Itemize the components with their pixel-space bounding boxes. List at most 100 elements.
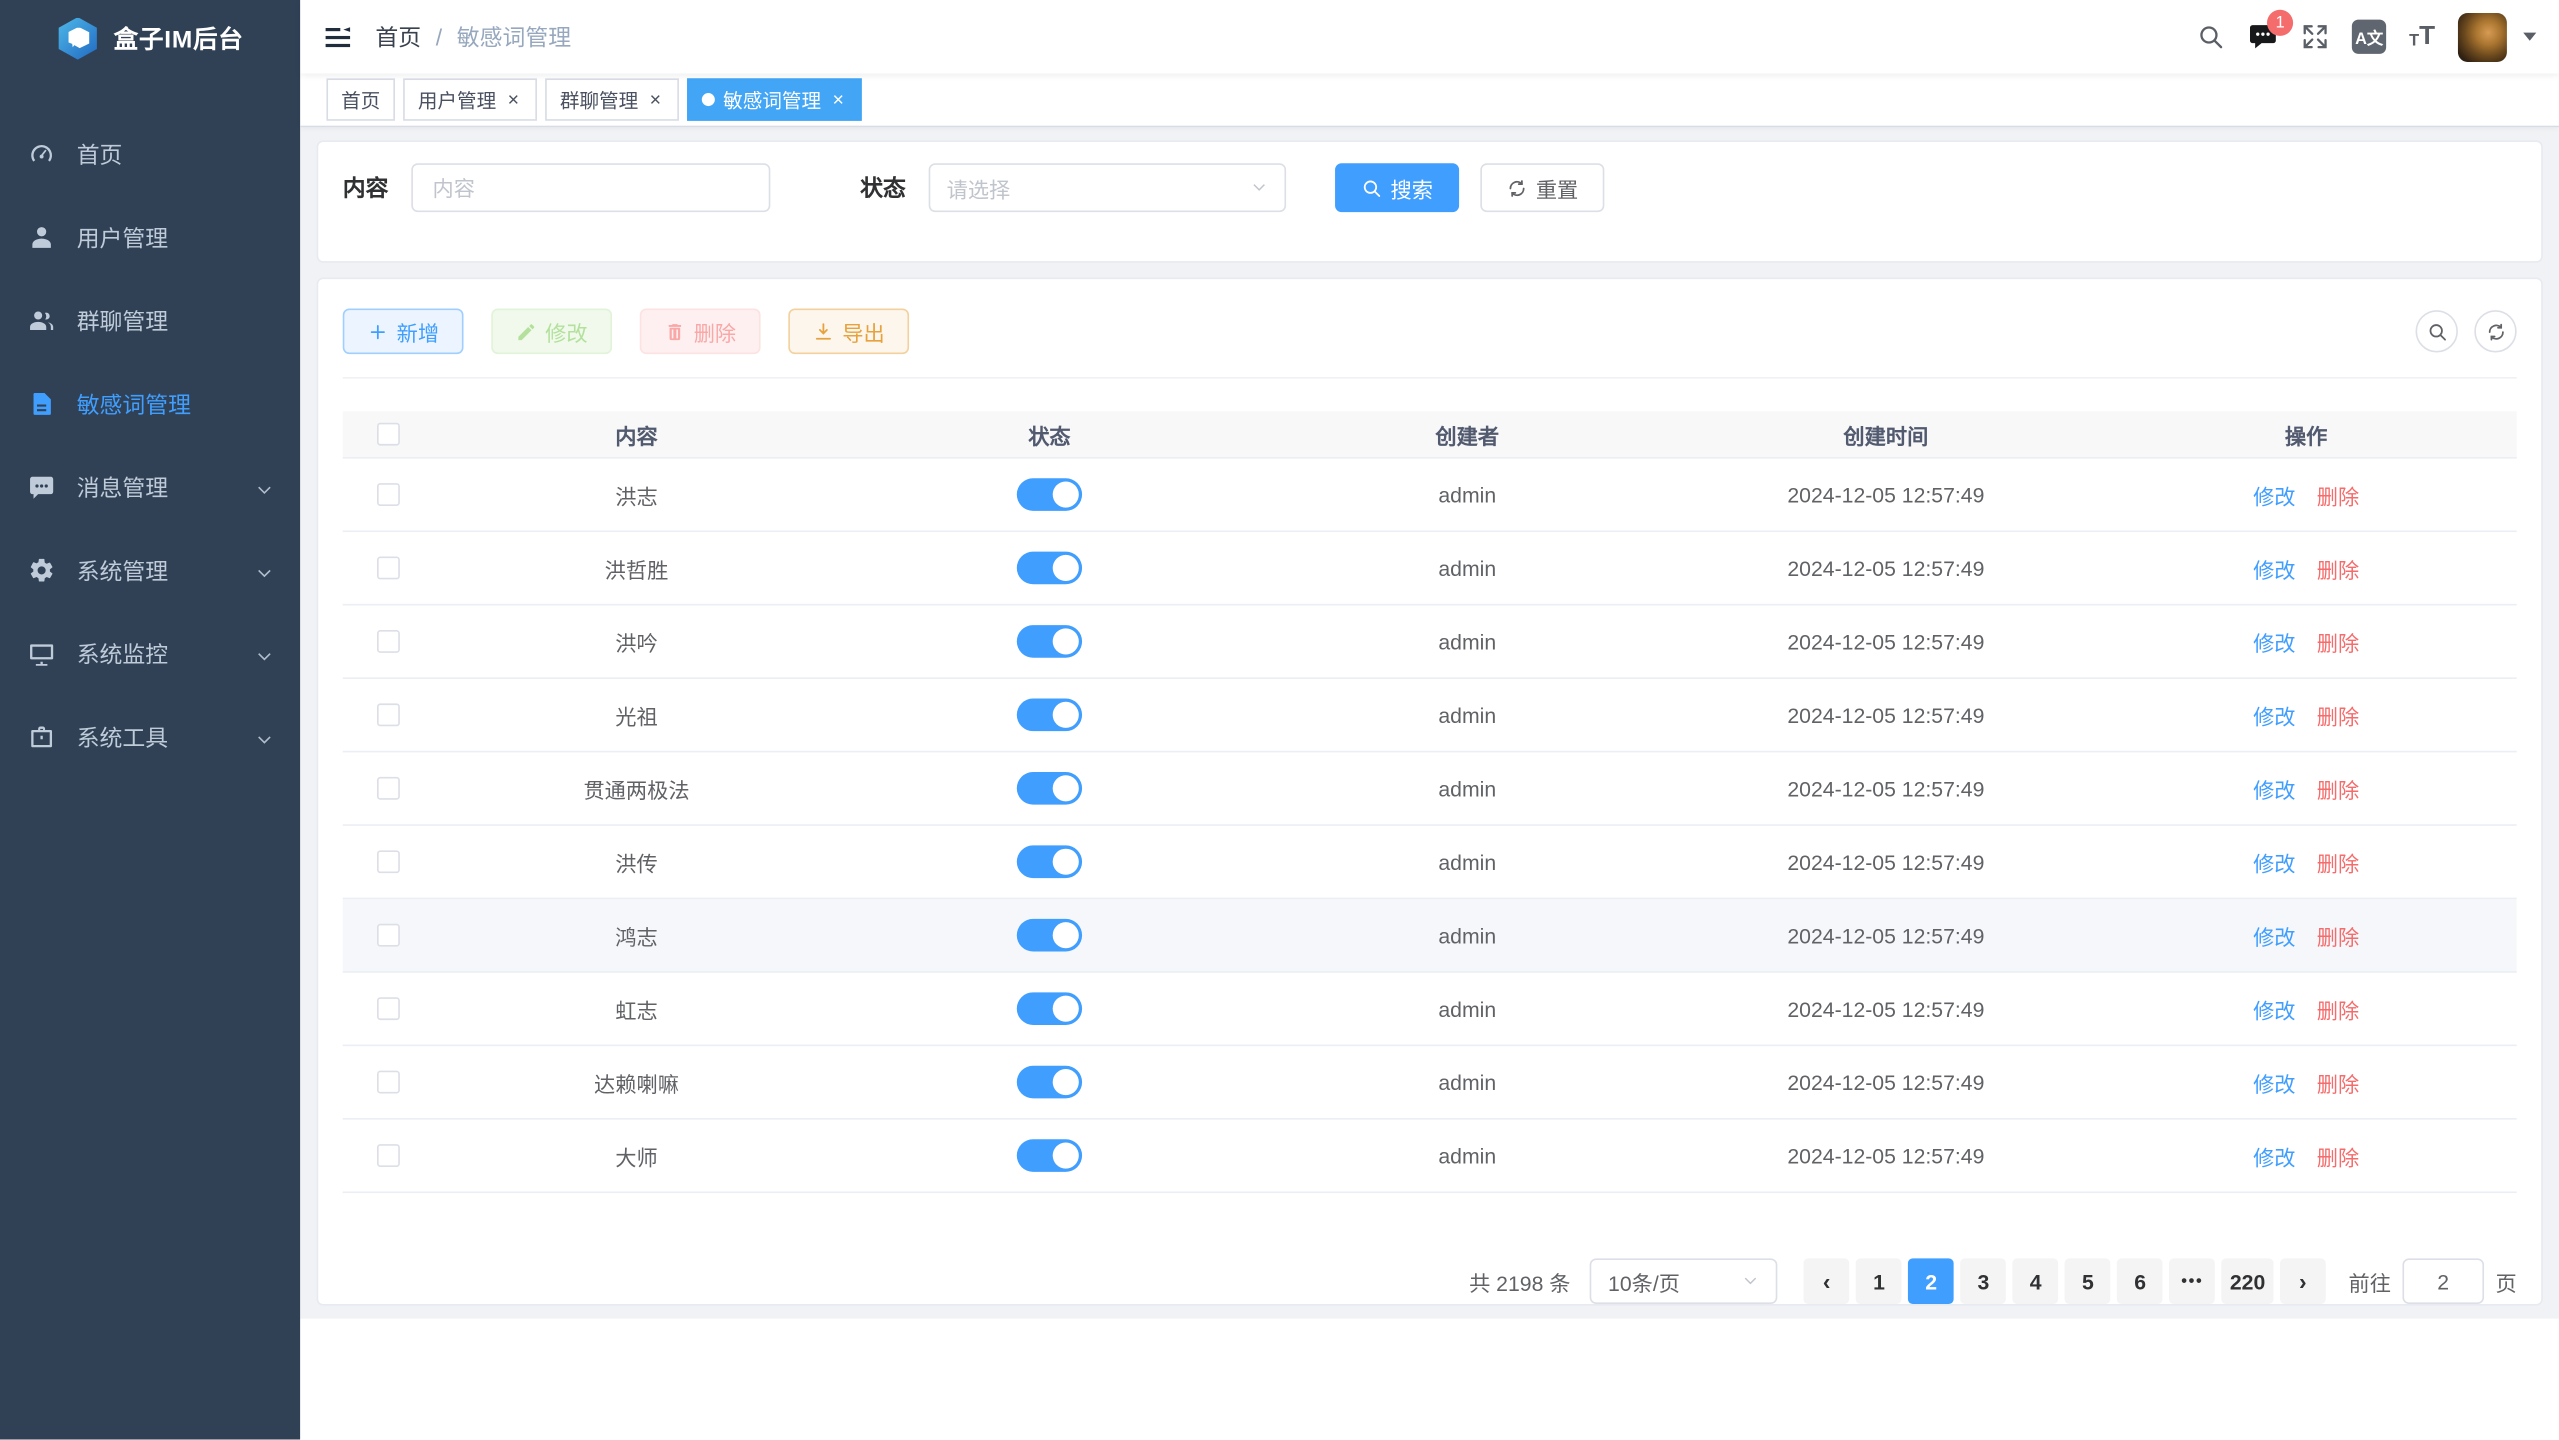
tab-sensitive-words[interactable]: 敏感词管理 × [687, 78, 862, 120]
edit-button[interactable]: 修改 [491, 308, 612, 354]
sidebar-item-system-tools[interactable]: 系统工具 [0, 695, 300, 778]
page-button-1[interactable]: 1 [1856, 1258, 1902, 1304]
page-unit-label: 页 [2495, 1266, 2516, 1297]
tab-group-management[interactable]: 群聊管理 × [545, 78, 679, 120]
row-checkbox[interactable] [376, 924, 399, 947]
message-icon[interactable]: 1 [2248, 21, 2279, 52]
search-icon[interactable] [2197, 23, 2225, 51]
status-toggle[interactable] [1017, 625, 1082, 658]
row-checkbox[interactable] [376, 850, 399, 873]
sidebar-item-messages[interactable]: 消息管理 [0, 446, 300, 529]
tab-user-management[interactable]: 用户管理 × [403, 78, 537, 120]
edit-link[interactable]: 修改 [2253, 846, 2295, 877]
edit-link[interactable]: 修改 [2253, 1067, 2295, 1098]
row-checkbox[interactable] [376, 557, 399, 580]
delete-link[interactable]: 删除 [2317, 552, 2359, 583]
delete-link[interactable]: 删除 [2317, 1067, 2359, 1098]
export-button[interactable]: 导出 [788, 308, 909, 354]
avatar[interactable] [2458, 12, 2507, 61]
delete-button[interactable]: 删除 [640, 308, 761, 354]
status-toggle[interactable] [1017, 845, 1082, 878]
row-checkbox[interactable] [376, 703, 399, 726]
content-search-input[interactable] [411, 163, 770, 212]
status-toggle[interactable] [1017, 699, 1082, 732]
page-button-4[interactable]: 4 [2013, 1258, 2059, 1304]
delete-link[interactable]: 删除 [2317, 846, 2359, 877]
page-button-5[interactable]: 5 [2065, 1258, 2111, 1304]
edit-link[interactable]: 修改 [2253, 993, 2295, 1024]
goto-page-input[interactable] [2402, 1258, 2484, 1304]
edit-link[interactable]: 修改 [2253, 626, 2295, 657]
close-icon[interactable]: × [829, 88, 847, 111]
table-row: 大师 admin 2024-12-05 12:57:49 修改 删除 [343, 1120, 2517, 1193]
status-toggle[interactable] [1017, 552, 1082, 585]
cell-created-at: 2024-12-05 12:57:49 [1676, 629, 2095, 653]
edit-link[interactable]: 修改 [2253, 1140, 2295, 1171]
user-menu-caret-icon[interactable] [2523, 33, 2536, 41]
font-size-icon[interactable]: TT [2409, 24, 2435, 50]
add-button[interactable]: 新增 [343, 308, 464, 354]
prev-page-button[interactable]: ‹ [1804, 1258, 1850, 1304]
sidebar-item-label: 群聊管理 [77, 304, 168, 337]
close-icon[interactable]: × [646, 88, 664, 111]
delete-link[interactable]: 删除 [2317, 699, 2359, 730]
sidebar-item-sensitive-words[interactable]: 敏感词管理 [0, 362, 300, 445]
header-actions: 操作 [2096, 419, 2517, 450]
show-search-toggle-button[interactable] [2416, 310, 2458, 352]
status-select[interactable]: 请选择 [929, 163, 1286, 212]
status-toggle[interactable] [1017, 992, 1082, 1025]
sidebar-item-system-admin[interactable]: 系统管理 [0, 529, 300, 612]
cell-creator: admin [1258, 703, 1676, 727]
group-icon [28, 307, 56, 335]
language-icon[interactable]: A文 [2352, 20, 2386, 54]
row-checkbox[interactable] [376, 630, 399, 653]
cell-creator: admin [1258, 923, 1676, 947]
delete-link[interactable]: 删除 [2317, 626, 2359, 657]
delete-link[interactable]: 删除 [2317, 479, 2359, 510]
status-toggle[interactable] [1017, 1066, 1082, 1099]
sidebar-item-system-monitor[interactable]: 系统监控 [0, 612, 300, 695]
page-button-2[interactable]: 2 [1908, 1258, 1954, 1304]
delete-link[interactable]: 删除 [2317, 920, 2359, 951]
delete-link[interactable]: 删除 [2317, 993, 2359, 1024]
table-toolbar: 新增 修改 删除 导出 [343, 308, 2517, 378]
reset-button[interactable]: 重置 [1480, 163, 1604, 212]
page-button-6[interactable]: 6 [2117, 1258, 2163, 1304]
page-size-select[interactable]: 10条/页 [1590, 1258, 1778, 1304]
status-toggle[interactable] [1017, 919, 1082, 952]
edit-link[interactable]: 修改 [2253, 552, 2295, 583]
row-checkbox[interactable] [376, 483, 399, 506]
breadcrumb-home[interactable]: 首页 [375, 20, 421, 53]
sidebar-item-label: 敏感词管理 [77, 388, 191, 421]
edit-link[interactable]: 修改 [2253, 479, 2295, 510]
select-all-checkbox[interactable] [376, 423, 399, 446]
cell-created-at: 2024-12-05 12:57:49 [1676, 776, 2095, 800]
sidebar-item-home[interactable]: 首页 [0, 113, 300, 196]
sidebar-item-users[interactable]: 用户管理 [0, 196, 300, 279]
sidebar-collapse-icon[interactable] [300, 22, 375, 51]
fullscreen-icon[interactable] [2301, 23, 2329, 51]
row-checkbox[interactable] [376, 997, 399, 1020]
refresh-button[interactable] [2474, 310, 2516, 352]
delete-link[interactable]: 删除 [2317, 773, 2359, 804]
page-button-3[interactable]: 3 [1961, 1258, 2007, 1304]
edit-link[interactable]: 修改 [2253, 920, 2295, 951]
more-pages-icon[interactable]: ••• [2169, 1258, 2215, 1304]
search-button[interactable]: 搜索 [1335, 163, 1459, 212]
row-checkbox[interactable] [376, 1144, 399, 1167]
sidebar-item-groups[interactable]: 群聊管理 [0, 279, 300, 362]
next-page-button[interactable]: › [2280, 1258, 2326, 1304]
edit-link[interactable]: 修改 [2253, 773, 2295, 804]
status-toggle[interactable] [1017, 478, 1082, 511]
tab-home[interactable]: 首页 [326, 78, 395, 120]
chat-icon [28, 473, 56, 501]
status-toggle[interactable] [1017, 1139, 1082, 1172]
edit-link[interactable]: 修改 [2253, 699, 2295, 730]
cell-creator: admin [1258, 850, 1676, 874]
status-toggle[interactable] [1017, 772, 1082, 805]
page-button-220[interactable]: 220 [2222, 1258, 2274, 1304]
row-checkbox[interactable] [376, 777, 399, 800]
close-icon[interactable]: × [504, 88, 522, 111]
delete-link[interactable]: 删除 [2317, 1140, 2359, 1171]
row-checkbox[interactable] [376, 1071, 399, 1094]
